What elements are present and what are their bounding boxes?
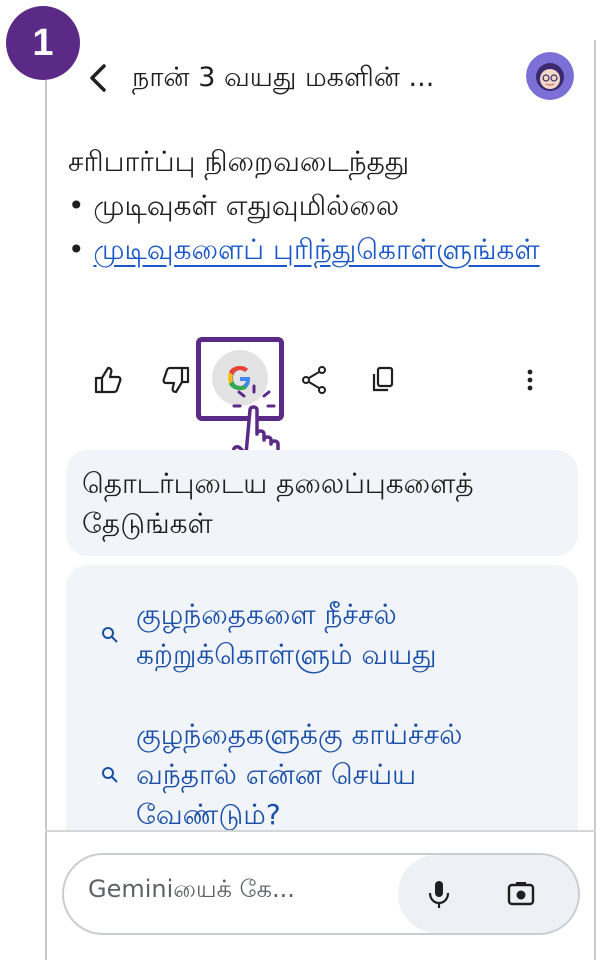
microphone-icon bbox=[428, 881, 450, 908]
input-actions-pill bbox=[398, 855, 578, 933]
frame-left-border bbox=[45, 40, 47, 960]
thumbs-up-icon bbox=[94, 366, 122, 394]
search-suggestions-panel: குழந்தைகளை நீச்சல் கற்றுக்கொள்ளும் வயது … bbox=[66, 565, 578, 830]
related-topics-card: தொடர்புடைய தலைப்புகளைத் தேடுங்கள் bbox=[66, 450, 578, 556]
result-bullet: • முடிவுகள் எதுவுமில்லை bbox=[68, 189, 400, 222]
thumbs-down-button[interactable] bbox=[154, 358, 198, 402]
thumbs-down-icon bbox=[162, 366, 190, 394]
copy-icon bbox=[372, 366, 394, 392]
prompt-input-bar[interactable]: Geminiயைக் கே... bbox=[62, 853, 580, 935]
camera-button[interactable] bbox=[498, 871, 544, 917]
verification-status: சரிபார்ப்பு நிறைவடைந்தது bbox=[68, 145, 410, 178]
suggestion-text: குழந்தைகளுக்கு காய்ச்சல் வந்தால் என்ன செ… bbox=[136, 718, 463, 830]
understand-results-link[interactable]: முடிவுகளைப் புரிந்துகொள்ளுங்கள் bbox=[93, 233, 539, 266]
back-button[interactable] bbox=[80, 58, 120, 98]
search-icon bbox=[102, 767, 118, 783]
chevron-left-icon bbox=[90, 64, 106, 92]
avatar[interactable] bbox=[526, 52, 574, 100]
more-vert-icon bbox=[527, 369, 533, 391]
camera-icon bbox=[507, 882, 535, 906]
suggestion-text: குழந்தைகளை நீச்சல் கற்றுக்கொள்ளும் வயது bbox=[136, 598, 437, 671]
microphone-button[interactable] bbox=[416, 871, 462, 917]
more-options-button[interactable] bbox=[508, 358, 552, 402]
answer-block: சரிபார்ப்பு நிறைவடைந்தது • முடிவுகள் எது… bbox=[68, 140, 578, 272]
input-divider bbox=[45, 830, 596, 832]
response-actions bbox=[72, 340, 572, 420]
thumbs-up-button[interactable] bbox=[86, 358, 130, 402]
search-icon bbox=[102, 627, 118, 643]
chat-header: நான் 3 வயது மகளின் ... bbox=[60, 52, 590, 108]
link-bullet: • முடிவுகளைப் புரிந்துகொள்ளுங்கள் bbox=[68, 228, 578, 272]
chat-title[interactable]: நான் 3 வயது மகளின் ... bbox=[132, 56, 542, 100]
prompt-input[interactable]: Geminiயைக் கே... bbox=[88, 875, 295, 906]
bullet-marker: • bbox=[68, 233, 94, 266]
copy-button[interactable] bbox=[362, 358, 406, 402]
related-topics-title: தொடர்புடைய தலைப்புகளைத் தேடுங்கள் bbox=[82, 467, 474, 540]
